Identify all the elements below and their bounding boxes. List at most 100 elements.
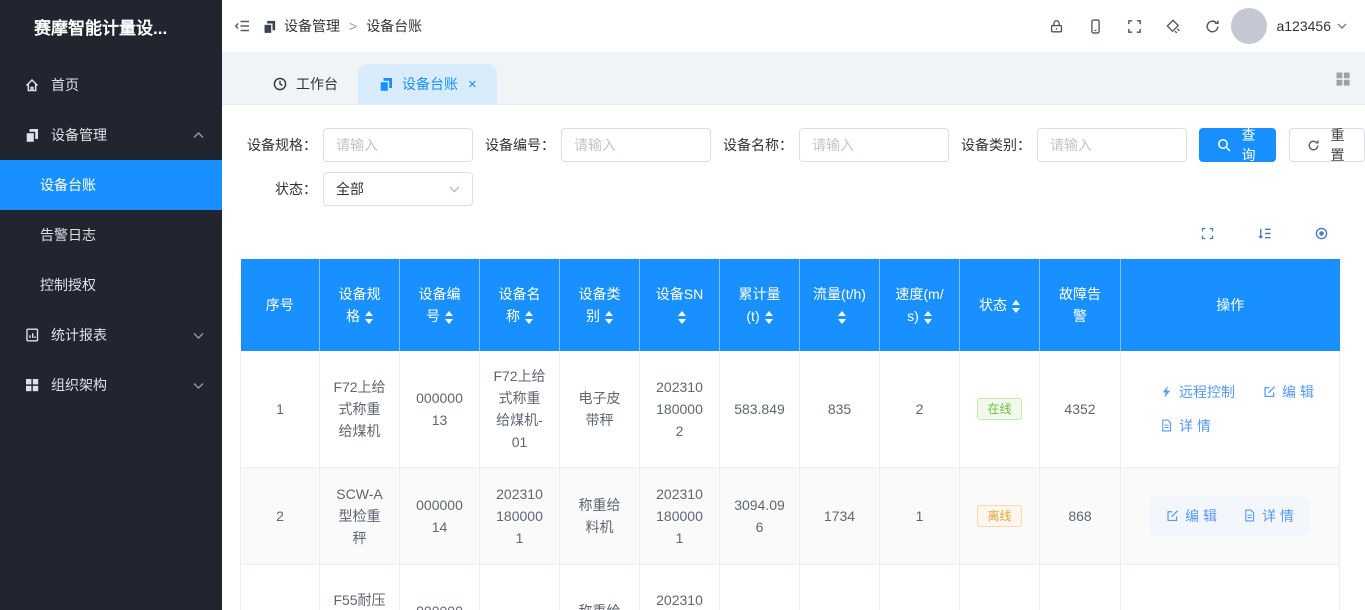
cell-code: 00000014 <box>400 467 480 564</box>
sidebar-item-device-mgmt[interactable]: 设备管理 <box>0 110 222 160</box>
mobile-icon[interactable] <box>1087 18 1104 35</box>
table-row: 1 F72上给式称重给煤机 00000013 F72上给式称重给煤机-01 电子… <box>241 351 1340 467</box>
row-height-icon[interactable] <box>1257 226 1272 241</box>
devices-icon <box>378 76 394 92</box>
sidebar-menu: 首页 设备管理 设备台账 告警日志 控制授权 统计报表 <box>0 60 222 410</box>
table-fullscreen-icon[interactable] <box>1200 226 1215 241</box>
sidebar-item-label: 告警日志 <box>40 225 96 245</box>
search-button-label: 查 询 <box>1239 125 1258 165</box>
report-icon <box>24 327 40 343</box>
col-sn[interactable]: 设备SN <box>640 259 720 351</box>
reset-button[interactable]: 重 置 <box>1289 128 1365 162</box>
remote-control-link[interactable]: 远程控制 <box>1160 381 1235 403</box>
tab-close-icon[interactable]: × <box>468 76 477 93</box>
cell-name: dw111 <box>480 564 560 610</box>
sidebar-item-alarm-log[interactable]: 告警日志 <box>0 210 222 260</box>
status-badge: 在线 <box>977 398 1021 420</box>
cell-category: 电子皮带秤 <box>560 351 640 467</box>
cell-flow: 835 <box>800 351 880 467</box>
search-button[interactable]: 查 询 <box>1199 128 1276 162</box>
user-menu[interactable]: a123456 <box>1276 18 1347 34</box>
layout-grid-icon[interactable] <box>1335 71 1351 87</box>
sort-icon <box>1012 300 1020 313</box>
fullscreen-icon[interactable] <box>1126 18 1143 35</box>
sidebar-item-device-ledger[interactable]: 设备台账 <box>0 160 222 210</box>
col-alarm: 故障告警 <box>1040 259 1121 351</box>
lock-icon[interactable] <box>1048 18 1065 35</box>
sort-icon <box>678 311 686 324</box>
category-input[interactable] <box>1037 128 1187 162</box>
tab-workbench[interactable]: 工作台 <box>252 64 358 104</box>
detail-link[interactable]: 详 情 <box>1243 505 1294 527</box>
sidebar-item-label: 控制授权 <box>40 275 96 295</box>
tab-device-ledger[interactable]: 设备台账 × <box>358 64 497 104</box>
sidebar-item-label: 首页 <box>51 75 79 95</box>
document-icon <box>1243 509 1256 522</box>
cell-index: 2 <box>241 467 320 564</box>
name-input[interactable] <box>799 128 949 162</box>
cell-spec: F55耐压式称重给煤机 <box>320 564 400 610</box>
cell-index: 1 <box>241 351 320 467</box>
sidebar-item-home[interactable]: 首页 <box>0 60 222 110</box>
home-icon <box>24 77 40 93</box>
cell-actions: 编 辑 详 情 <box>1121 467 1340 564</box>
cell-category: 称重给料机 <box>560 467 640 564</box>
grid-icon <box>24 377 40 393</box>
sidebar-collapse-icon[interactable] <box>234 17 252 35</box>
clean-icon[interactable] <box>1165 18 1182 35</box>
spec-input[interactable] <box>323 128 473 162</box>
cell-spec: SCW-A型检重秤 <box>320 467 400 564</box>
detail-link[interactable]: 详 情 <box>1160 415 1211 437</box>
edit-icon <box>1263 385 1276 398</box>
cell-name: F72上给式称重给煤机-01 <box>480 351 560 467</box>
col-code[interactable]: 设备编号 <box>400 259 480 351</box>
cell-sn: 2023101800003 <box>640 564 720 610</box>
col-status[interactable]: 状态 <box>960 259 1040 351</box>
filter-category-label: 设备类别： <box>961 135 1031 155</box>
status-select-value: 全部 <box>336 179 364 199</box>
breadcrumb-parent[interactable]: 设备管理 <box>284 16 340 36</box>
sort-icon <box>838 311 846 324</box>
app-title: 赛摩智能计量设... <box>0 0 222 58</box>
filter-category: 设备类别： <box>961 128 1187 162</box>
table-settings-icon[interactable] <box>1314 226 1329 241</box>
col-speed[interactable]: 速度(m/s) <box>880 259 960 351</box>
sidebar-item-control-auth[interactable]: 控制授权 <box>0 260 222 310</box>
cell-flow <box>800 564 880 610</box>
status-badge: 离线 <box>977 505 1021 527</box>
filter-name-label: 设备名称： <box>723 135 793 155</box>
filter-row-2: 状态： 全部 <box>222 172 1365 206</box>
cell-code: 00000012 <box>400 564 480 610</box>
cell-spec: F72上给式称重给煤机 <box>320 351 400 467</box>
col-total[interactable]: 累计量(t) <box>720 259 800 351</box>
cell-status <box>960 564 1040 610</box>
code-input[interactable] <box>561 128 711 162</box>
col-category[interactable]: 设备类别 <box>560 259 640 351</box>
cell-status: 在线 <box>960 351 1040 467</box>
col-flow[interactable]: 流量(t/h) <box>800 259 880 351</box>
sort-icon <box>365 311 373 324</box>
col-name[interactable]: 设备名称 <box>480 259 560 351</box>
refresh-icon[interactable] <box>1204 18 1221 35</box>
filter-name: 设备名称： <box>723 128 949 162</box>
filter-code-label: 设备编号： <box>485 135 555 155</box>
edit-link[interactable]: 编 辑 <box>1263 381 1314 403</box>
sidebar-item-stat-report[interactable]: 统计报表 <box>0 310 222 360</box>
chevron-down-icon <box>1337 23 1347 29</box>
chevron-up-icon <box>193 132 204 139</box>
devices-icon <box>262 19 277 34</box>
col-spec[interactable]: 设备规格 <box>320 259 400 351</box>
status-select[interactable]: 全部 <box>323 172 473 206</box>
sort-icon <box>525 311 533 324</box>
sort-icon <box>765 311 773 324</box>
tabbar: 工作台 设备台账 × <box>222 53 1365 105</box>
clock-icon <box>272 76 288 92</box>
filter-code: 设备编号： <box>485 128 711 162</box>
avatar[interactable] <box>1231 8 1267 44</box>
topbar: 设备管理 > 设备台账 a123456 <box>222 0 1365 53</box>
cell-total: 3094.096 <box>720 467 800 564</box>
reset-icon <box>1307 139 1320 152</box>
sidebar-item-org-structure[interactable]: 组织架构 <box>0 360 222 410</box>
cell-alarm <box>1040 564 1121 610</box>
edit-link[interactable]: 编 辑 <box>1166 505 1217 527</box>
